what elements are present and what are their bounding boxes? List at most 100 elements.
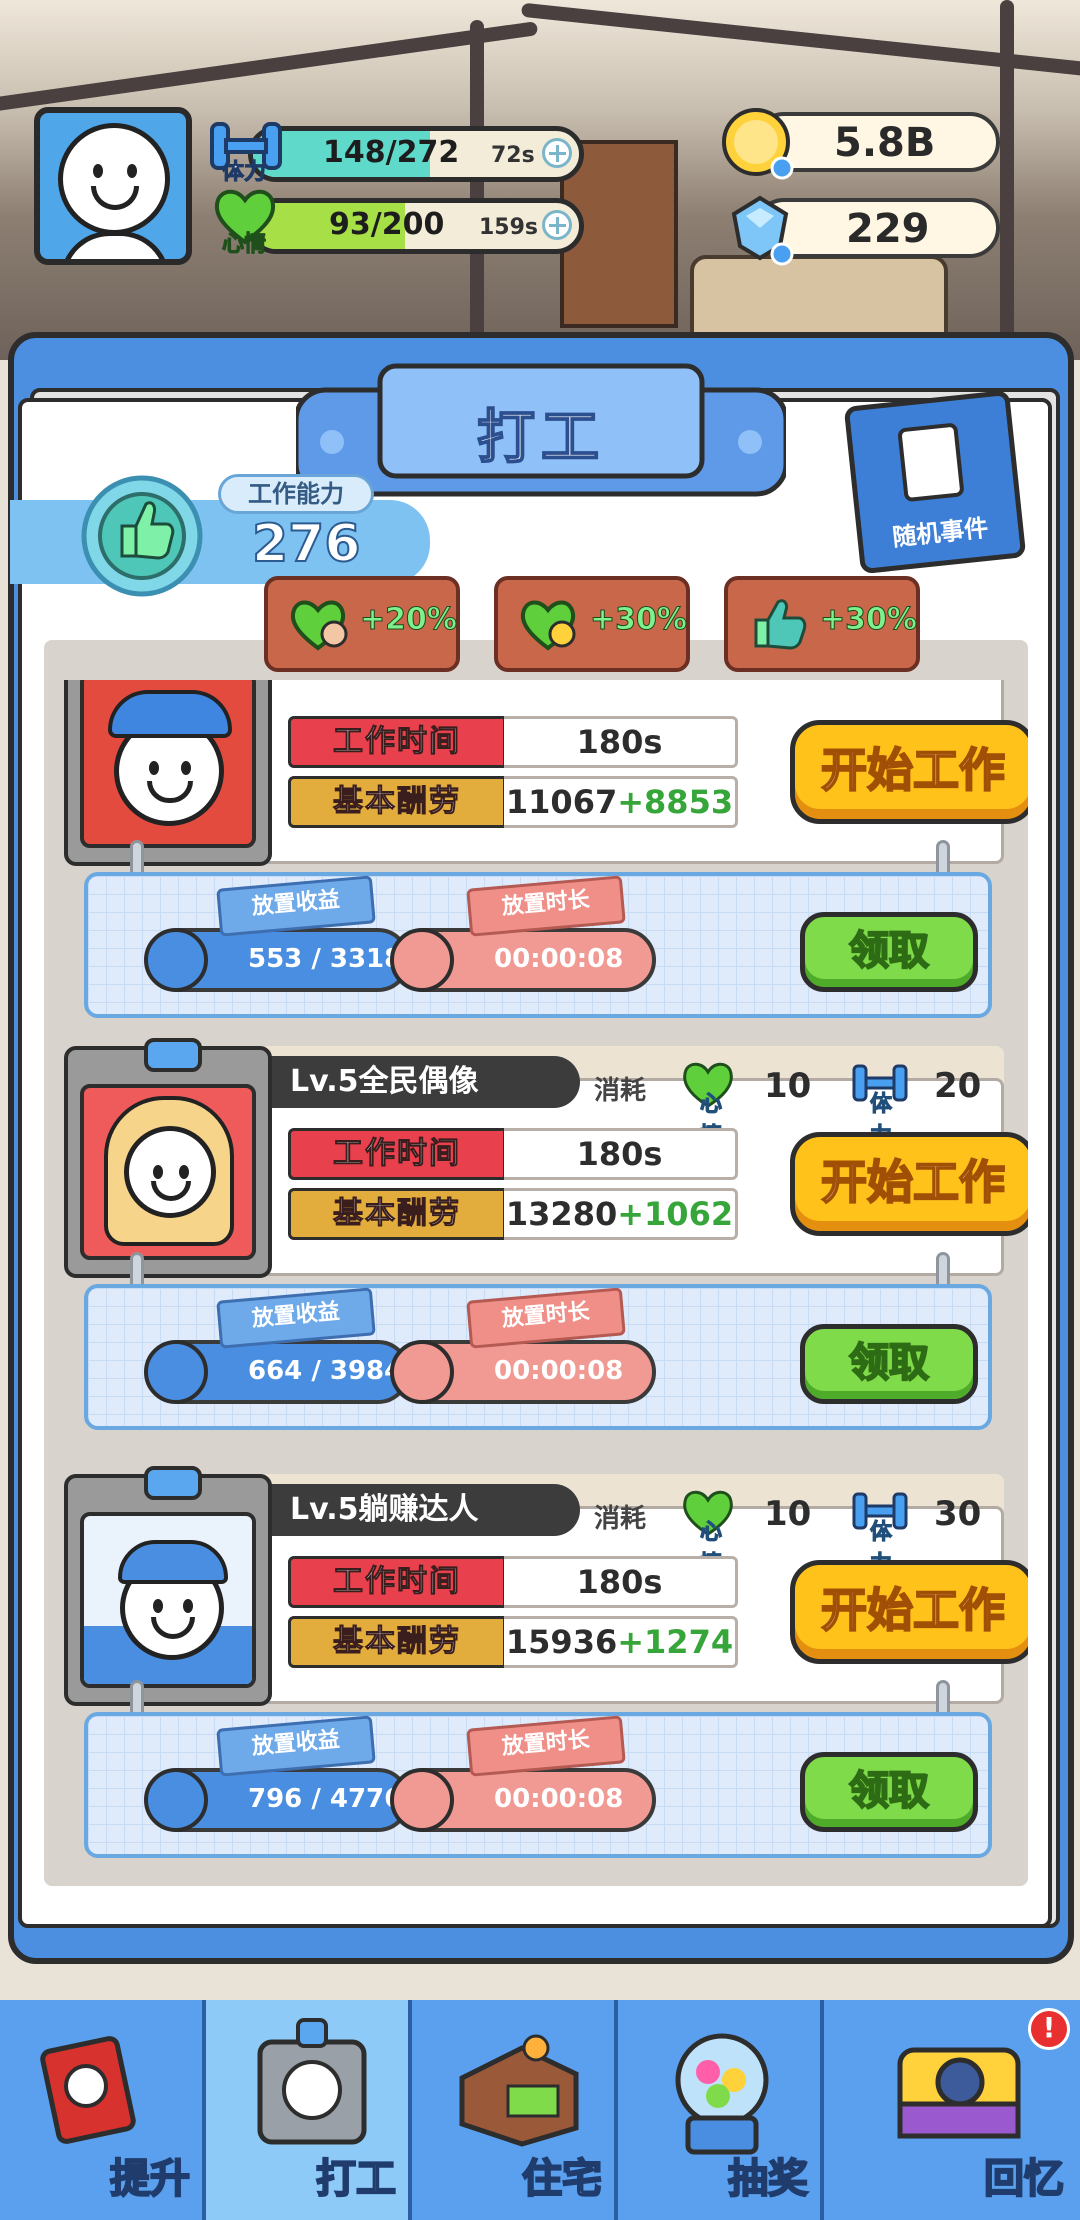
- ability-label: 工作能力: [218, 474, 374, 514]
- stopwatch-coin-icon: [144, 928, 208, 992]
- base-pay-label: 基本酬劳: [288, 776, 506, 828]
- base-pay-amount: 13280: [505, 1195, 618, 1233]
- sleeper-portrait-icon: [80, 1512, 256, 1688]
- work-time-label: 工作时间: [288, 1128, 506, 1180]
- gem-value: 229: [846, 206, 930, 252]
- work-time-label: 工作时间: [288, 716, 506, 768]
- claim-button[interactable]: 领取: [800, 1324, 978, 1404]
- base-pay-label: 基本酬劳: [288, 1188, 506, 1240]
- gacha-icon: [662, 2026, 782, 2156]
- base-pay-value: 15936+1274: [504, 1616, 738, 1668]
- notepad-icon: [897, 422, 965, 503]
- stamina-value: 148/272: [323, 135, 460, 170]
- stamina-plus-icon[interactable]: [542, 138, 572, 168]
- job-item: Lv.5躺赚达人(MAX) 消耗 心情 10 体力 30: [64, 1466, 1028, 1886]
- stopwatch-hourglass-icon: [390, 1340, 454, 1404]
- base-pay-amount: 15936: [505, 1623, 618, 1661]
- stamina-bar: 148/272 72s: [248, 126, 584, 182]
- portrait-clip: [144, 1038, 202, 1072]
- stamina-cost-value: 20: [934, 1066, 982, 1106]
- job-list[interactable]: 工作时间 180s 基本酬劳 11067+8853 开始工作 553 / 331…: [44, 680, 1028, 1886]
- job-portrait: [64, 1466, 272, 1706]
- mood-timer: 159s: [479, 215, 539, 240]
- bonus-pay-amount: +1274: [617, 1623, 734, 1661]
- idle-income-value: 796 / 4776: [248, 1784, 403, 1814]
- portrait-clip: [144, 1466, 202, 1500]
- bonus-value: +30%: [590, 602, 688, 638]
- player-avatar[interactable]: [34, 107, 192, 265]
- mood-cost-value: 10: [764, 1494, 812, 1534]
- bonus-pay-amount: +8853: [617, 783, 734, 821]
- id-badge-icon: [252, 2016, 372, 2146]
- idle-panel: 553 / 3318 放置收益 00:00:08 放置时长 领取: [84, 872, 992, 1018]
- book-icon: [34, 2028, 154, 2148]
- nav-house[interactable]: 住宅: [412, 2000, 618, 2220]
- consume-label: 消耗: [594, 1504, 647, 1534]
- nav-upgrade[interactable]: 提升: [0, 2000, 206, 2220]
- panel-title: 打工: [476, 402, 605, 472]
- bonus-pay-amount: +1062: [617, 1195, 734, 1233]
- mood-cost-icon: 心情: [680, 1060, 740, 1150]
- idol-portrait-icon: [80, 1084, 256, 1260]
- heart-face-icon: [288, 598, 354, 652]
- job-portrait: [64, 680, 272, 866]
- coin-icon: [718, 104, 798, 184]
- stopwatch-hourglass-icon: [390, 928, 454, 992]
- start-work-button[interactable]: 开始工作: [790, 720, 1028, 824]
- nav-label: 提升: [109, 2155, 191, 2203]
- ability-value: 276: [251, 513, 362, 575]
- singer-portrait-icon: [80, 680, 256, 848]
- work-time-value: 180s: [504, 1128, 738, 1180]
- claim-button[interactable]: 领取: [800, 1752, 978, 1832]
- mood-bar: 93/200 159s: [248, 198, 584, 254]
- idle-income-value: 664 / 3984: [248, 1356, 403, 1386]
- camera-icon: [894, 2036, 1024, 2146]
- claim-button[interactable]: 领取: [800, 912, 978, 992]
- house-icon: [452, 2028, 582, 2148]
- stamina-label: 体力: [221, 160, 267, 186]
- base-pay-label: 基本酬劳: [288, 1616, 506, 1668]
- nav-label: 住宅: [521, 2155, 603, 2203]
- job-item: 工作时间 180s 基本酬劳 11067+8853 开始工作 553 / 331…: [64, 680, 1028, 1064]
- job-title: Lv.5躺赚达人(MAX): [270, 1484, 580, 1579]
- bonus-value: +20%: [360, 602, 458, 638]
- mood-cost-value: 10: [764, 1066, 812, 1106]
- start-work-button[interactable]: 开始工作: [790, 1560, 1028, 1664]
- work-time-label: 工作时间: [288, 1556, 506, 1608]
- start-work-button[interactable]: 开始工作: [790, 1132, 1028, 1236]
- bonus-tab-coin: +30%: [494, 576, 690, 672]
- job-item: Lv.5全民偶像(MAX) 消耗 心情 10 体力 20: [64, 1038, 1028, 1476]
- mood-plus-icon[interactable]: [542, 210, 572, 240]
- bottom-nav: 提升 打工 住宅 抽奖 回忆: [0, 2000, 1080, 2220]
- bonus-tab-ability: +30%: [724, 576, 920, 672]
- idle-time-value: 00:00:08: [494, 1356, 624, 1386]
- random-event-button[interactable]: 随机事件: [843, 389, 1027, 575]
- nav-work[interactable]: 打工: [206, 2000, 412, 2220]
- heart-coin-icon: [518, 598, 584, 652]
- stopwatch-coin-icon: [144, 1340, 208, 1404]
- nav-gacha[interactable]: 抽奖: [618, 2000, 824, 2220]
- work-time-value: 180s: [504, 716, 738, 768]
- idle-panel: 796 / 4776 放置收益 00:00:08 放置时长 领取: [84, 1712, 992, 1858]
- random-event-label: 随机事件: [891, 513, 990, 552]
- job-portrait: [64, 1038, 272, 1278]
- idle-income-value: 553 / 3318: [248, 944, 403, 974]
- base-pay-value: 11067+8853: [504, 776, 738, 828]
- base-pay-value: 13280+1062: [504, 1188, 738, 1240]
- alert-badge: !: [1028, 2008, 1070, 2050]
- job-title: Lv.5全民偶像(MAX): [270, 1056, 580, 1151]
- nav-label: 回忆: [983, 2155, 1065, 2203]
- idle-time-value: 00:00:08: [494, 1784, 624, 1814]
- stamina-cost-icon: 体力: [850, 1488, 910, 1578]
- mood-cost-icon: 心情: [680, 1488, 740, 1578]
- consume-label: 消耗: [594, 1076, 647, 1106]
- coin-value: 5.8B: [834, 120, 936, 166]
- nav-label: 打工: [315, 2155, 397, 2203]
- stamina-cost-icon: 体力: [850, 1060, 910, 1150]
- stamina-cost-value: 30: [934, 1494, 982, 1534]
- idle-time-value: 00:00:08: [494, 944, 624, 974]
- work-time-value: 180s: [504, 1556, 738, 1608]
- thumbs-up-icon: [748, 598, 814, 652]
- thumbs-up-medal-icon: [72, 470, 222, 620]
- stopwatch-coin-icon: [144, 1768, 208, 1832]
